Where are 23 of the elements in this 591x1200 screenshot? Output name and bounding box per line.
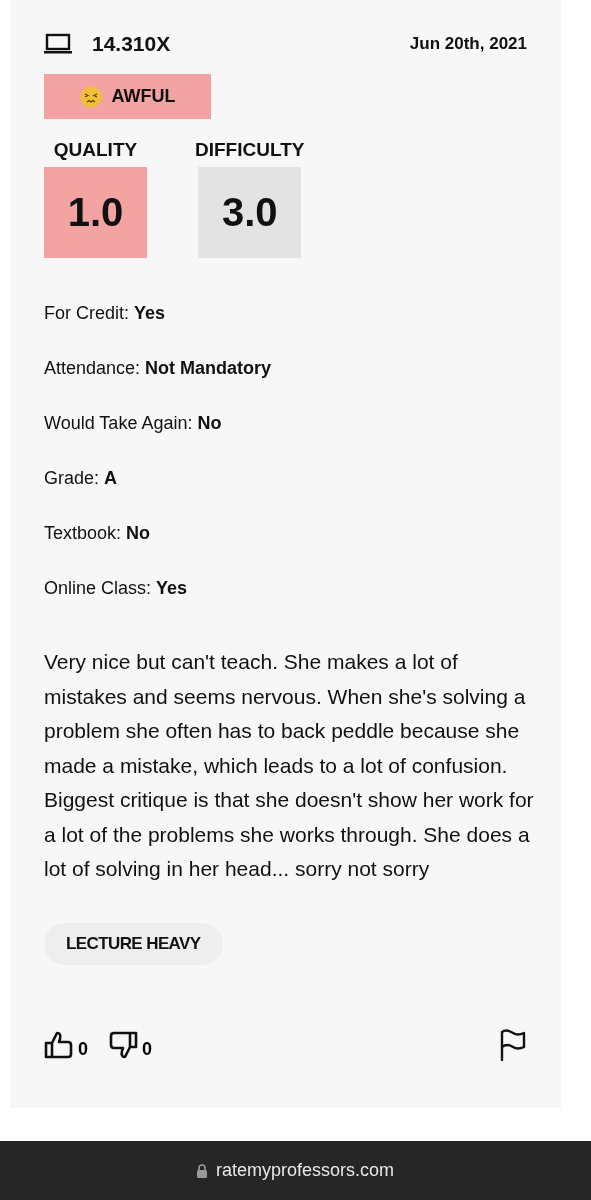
detail-line: Online Class: Yes bbox=[44, 577, 189, 599]
course-code: 14.310X bbox=[92, 32, 171, 56]
detail-line: Attendance: Not Mandatory bbox=[44, 357, 273, 379]
lock-icon bbox=[196, 1163, 207, 1178]
detail-line: Would Take Again: No bbox=[44, 412, 223, 434]
address-bar[interactable]: ratemyprofessors.com bbox=[0, 1141, 591, 1200]
tag-chip: LECTURE HEAVY bbox=[44, 922, 223, 965]
flag-icon[interactable] bbox=[499, 1028, 527, 1061]
score-value: 1.0 bbox=[44, 167, 147, 258]
score-label: QUALITY bbox=[53, 139, 138, 161]
score-value: 3.0 bbox=[198, 167, 302, 258]
detail-line: For Credit: Yes bbox=[44, 302, 167, 324]
confounded-face-icon bbox=[79, 85, 102, 108]
url-text: ratemyprofessors.com bbox=[215, 1160, 395, 1181]
detail-line: Textbook: No bbox=[44, 522, 152, 544]
thumbs-down-button[interactable]: 0 bbox=[108, 1029, 153, 1060]
score-label: DIFFICULTY bbox=[195, 139, 305, 161]
thumbs-up-button[interactable]: 0 bbox=[44, 1029, 88, 1060]
review-date: Jun 20th, 2021 bbox=[409, 34, 527, 54]
laptop-icon bbox=[44, 33, 72, 55]
review-text: Very nice but can't teach. She makes a lot of mistakes and seems nervous. When she's solving a problem she often has to back peddle because she made a mistake, which leads to a lot of confusion. Biggest critique is that she doesn't show her work for a lot of the problems she works through. She does a lot of solving in her head... sorry not sorry bbox=[44, 649, 535, 882]
rating-badge: AWFUL bbox=[44, 74, 211, 119]
detail-line: Grade: A bbox=[44, 467, 119, 489]
